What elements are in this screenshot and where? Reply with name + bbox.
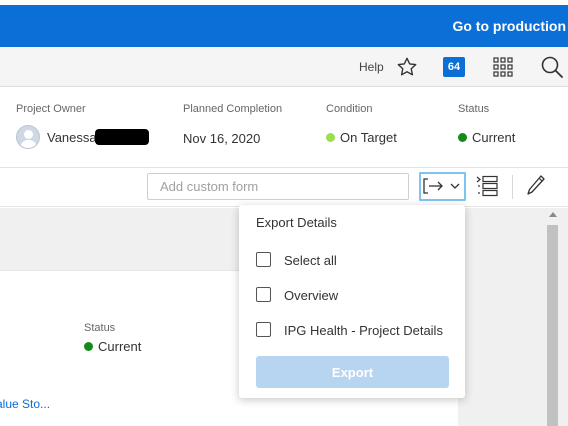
list-view-icon[interactable] xyxy=(476,175,498,197)
pencil-icon[interactable] xyxy=(526,174,546,196)
card-status-value: Current xyxy=(84,339,141,354)
apps-grid-icon[interactable] xyxy=(493,57,513,77)
scrollbar-thumb[interactable] xyxy=(547,225,558,426)
owner-name[interactable]: Vanessa xyxy=(47,130,97,145)
condition-label: Condition xyxy=(326,103,373,115)
utility-bar: Help 64 xyxy=(0,47,568,87)
export-details-menu: Export Details Select all Overview IPG H… xyxy=(239,205,465,398)
toolbar-divider xyxy=(512,175,513,199)
card-status-label: Status xyxy=(84,322,116,334)
select-all-label[interactable]: Select all xyxy=(284,253,337,268)
condition-text: On Target xyxy=(340,130,397,145)
add-custom-form-input[interactable] xyxy=(147,173,409,200)
value-stream-link[interactable]: alue Sto... xyxy=(0,397,50,411)
select-all-checkbox[interactable] xyxy=(256,252,271,267)
card-status-dot xyxy=(84,342,93,351)
overview-checkbox[interactable] xyxy=(256,287,271,302)
status-label: Status xyxy=(458,103,490,115)
status-dot xyxy=(458,133,467,142)
chevron-down-icon xyxy=(450,183,460,189)
project-details-label[interactable]: IPG Health - Project Details xyxy=(284,323,443,338)
export-details-title: Export Details xyxy=(256,215,337,230)
top-bar: Go to production xyxy=(0,5,568,47)
project-details-checkbox[interactable] xyxy=(256,322,271,337)
status-value[interactable]: Current xyxy=(458,130,515,145)
export-dropdown-button[interactable] xyxy=(419,172,466,201)
export-option-select-all[interactable]: Select all xyxy=(256,251,461,269)
search-icon[interactable] xyxy=(540,55,564,79)
condition-dot xyxy=(326,133,335,142)
go-to-production-link[interactable]: Go to production xyxy=(452,18,566,34)
notification-badge[interactable]: 64 xyxy=(443,57,465,77)
redaction-bar xyxy=(95,129,149,145)
export-option-overview[interactable]: Overview xyxy=(256,286,461,304)
export-option-project-details[interactable]: IPG Health - Project Details xyxy=(256,321,461,339)
card-status-text: Current xyxy=(98,339,142,354)
toolbar xyxy=(0,169,568,207)
condition-value[interactable]: On Target xyxy=(326,130,397,145)
owner-label: Project Owner xyxy=(16,103,86,115)
export-button[interactable]: Export xyxy=(256,356,449,388)
project-header: Project Owner Vanessa Planned Completion… xyxy=(0,88,568,168)
scroll-up-arrow[interactable] xyxy=(549,212,557,217)
planned-completion-label: Planned Completion xyxy=(183,103,283,115)
planned-completion-value: Nov 16, 2020 xyxy=(183,131,261,146)
help-link[interactable]: Help xyxy=(359,60,384,74)
overview-label[interactable]: Overview xyxy=(284,288,338,303)
export-icon xyxy=(423,178,460,194)
star-icon[interactable] xyxy=(396,56,418,78)
status-text: Current xyxy=(472,130,516,145)
avatar xyxy=(16,125,40,149)
